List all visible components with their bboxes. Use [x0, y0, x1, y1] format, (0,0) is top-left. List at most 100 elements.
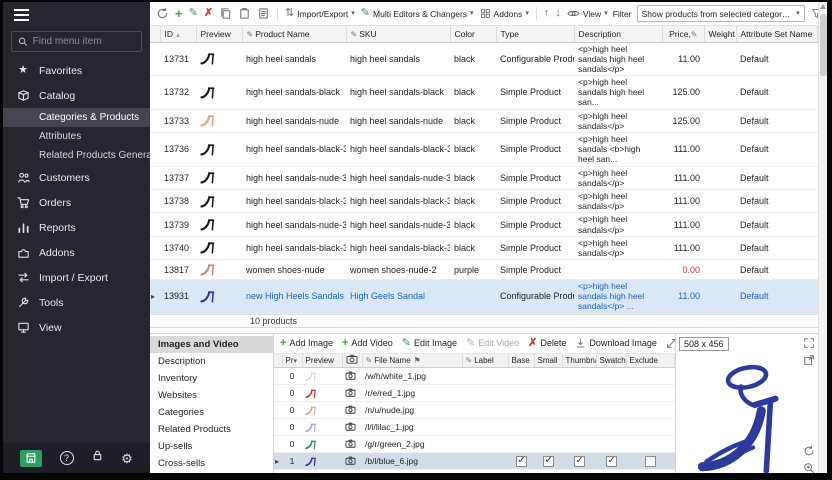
copy-button[interactable]	[218, 5, 233, 22]
tab-categories[interactable]: Categories	[150, 404, 273, 421]
image-row[interactable]: ▸ 0 /r/e/red_1.jpg	[274, 385, 675, 402]
view-menu[interactable]: View ▾	[566, 5, 609, 22]
help-button[interactable]: ?	[60, 451, 74, 465]
filters-menu[interactable]: Filters ▾	[810, 6, 818, 21]
open-external-button[interactable]	[803, 354, 815, 366]
sidebar-item-orders[interactable]: Orders	[3, 190, 150, 215]
product-row[interactable]: ▸ 13739 high heel sandals-nude-37 high h…	[150, 213, 818, 236]
column-label[interactable]: ✎Label	[462, 354, 508, 368]
zoom-in-button[interactable]	[803, 462, 815, 473]
tab-product-reviews[interactable]: Product Reviews	[150, 472, 273, 473]
sidebar-item-catalog[interactable]: Catalog	[3, 83, 150, 108]
sidebar-item-favorites[interactable]: ★ Favorites	[3, 58, 150, 83]
vertical-scrollbar[interactable]	[818, 2, 827, 473]
sort-asc-button[interactable]: ↑	[543, 6, 551, 21]
sidebar-item-addons[interactable]: Addons	[3, 240, 150, 265]
product-row[interactable]: ▸ 13736 high heel sandals-black-36 high …	[150, 133, 818, 167]
column-priority[interactable]: Pr▾	[282, 354, 302, 368]
cell-attribute-set: Default	[736, 109, 818, 132]
swatch-checkbox[interactable]	[606, 456, 617, 467]
image-row[interactable]: ▸ 0 /g/r/green_2.jpg	[274, 436, 675, 453]
thumbnail-checkbox[interactable]	[574, 456, 585, 467]
column-weight[interactable]: Weight	[704, 26, 736, 42]
column-small[interactable]: Small	[534, 354, 562, 368]
column-sku[interactable]: ✎SKU	[346, 26, 450, 42]
store-pos-button[interactable]	[20, 450, 42, 467]
sort-desc-button[interactable]: ↓	[554, 6, 562, 21]
settings-gear-button[interactable]: ⚙	[121, 452, 133, 465]
column-swatch[interactable]: Swatch	[596, 354, 626, 368]
multi-editors-menu[interactable]: ✎ Multi Editors & Changers ▾	[360, 6, 475, 21]
exclude-checkbox[interactable]	[645, 456, 656, 467]
column-color[interactable]: Color	[450, 26, 496, 42]
lock-button[interactable]	[91, 449, 104, 467]
column-price[interactable]: Price,✎	[662, 26, 704, 42]
edit-image-button[interactable]: ✎ Edit Image	[402, 338, 457, 349]
delete-image-button[interactable]: ✗ Delete	[528, 338, 566, 349]
column-file-name[interactable]: ✎File Name⚑	[362, 354, 462, 368]
set-resize-rule-button[interactable]: Set Resize Rule ▾	[666, 338, 675, 349]
menu-search-input[interactable]	[33, 36, 135, 47]
product-row[interactable]: ▸ 13931 new High Heels Sandals High Geel…	[150, 280, 818, 314]
product-row[interactable]: ▸ 13732 high heel sandals-black high hee…	[150, 76, 818, 110]
sidebar-item-import-export[interactable]: Import / Export	[3, 265, 150, 290]
sidebar-item-view[interactable]: View	[3, 315, 150, 340]
tab-images-and-video[interactable]: Images and Video	[150, 336, 273, 353]
add-video-button[interactable]: + Add Video	[342, 338, 393, 349]
tab-description[interactable]: Description	[150, 353, 273, 370]
base-checkbox[interactable]	[516, 456, 527, 467]
tab-related-products[interactable]: Related Products	[150, 421, 273, 438]
column-attribute-set[interactable]: Attribute Set Name	[736, 26, 818, 42]
column-id[interactable]: ID▲	[160, 26, 196, 42]
image-row[interactable]: ▸ 1 /b/l/blue_6.jpg	[274, 453, 675, 470]
download-image-button[interactable]: Download Image	[575, 338, 657, 349]
product-row[interactable]: ▸ 13733 high heel sandals-nude high heel…	[150, 109, 818, 132]
column-camera[interactable]	[342, 354, 362, 368]
column-exclude[interactable]: Exclude	[626, 354, 675, 368]
sidebar-item-reports[interactable]: Reports	[3, 215, 150, 240]
column-product-name[interactable]: ✎Product Name	[242, 26, 346, 42]
small-checkbox[interactable]	[543, 456, 554, 467]
sidebar-item-categories-products[interactable]: Categories & Products	[3, 108, 150, 127]
fullscreen-button[interactable]	[803, 337, 815, 349]
product-row[interactable]: ▸ 13737 high heel sandals-nude-36 high h…	[150, 166, 818, 189]
rotate-button[interactable]	[803, 445, 815, 457]
edit-product-button[interactable]: ✎	[188, 6, 199, 21]
import-export-menu[interactable]: ⇅ Import/Export ▾	[284, 6, 356, 21]
sidebar-item-related-products-generator[interactable]: Related Products Generator	[3, 146, 150, 165]
scrollbar-thumb[interactable]	[820, 14, 827, 76]
sheet-button[interactable]	[256, 5, 271, 22]
image-row[interactable]: ▸ 0 /n/u/nude.jpg	[274, 402, 675, 419]
column-thumbnail[interactable]: Thumbna	[562, 354, 596, 368]
paste-button[interactable]	[237, 5, 252, 22]
edit-video-button[interactable]: ✎ Edit Video	[466, 338, 519, 349]
image-row[interactable]: ▸ 0 /w/h/white_1.jpg	[274, 368, 675, 385]
addons-menu[interactable]: Addons ▾	[479, 6, 530, 21]
tab-cross-sells[interactable]: Cross-sells	[150, 455, 273, 472]
delete-product-button[interactable]: ✗	[203, 6, 214, 21]
tab-up-sells[interactable]: Up-sells	[150, 438, 273, 455]
plus-icon: +	[280, 338, 286, 349]
column-description[interactable]: Description	[574, 26, 662, 42]
sidebar-item-attributes[interactable]: Attributes	[3, 127, 150, 146]
add-product-button[interactable]: +	[174, 5, 184, 22]
image-row[interactable]: ▸ 0 /l/i/lilac_1.jpg	[274, 419, 675, 436]
refresh-button[interactable]	[155, 5, 170, 22]
product-row[interactable]: ▸ 13817 women shoes-nude women shoes-nud…	[150, 260, 818, 280]
column-type[interactable]: Type	[496, 26, 574, 42]
copy-icon	[219, 7, 232, 20]
add-image-button[interactable]: + Add Image	[280, 338, 333, 349]
product-row[interactable]: ▸ 13731 high heel sandals high heel sand…	[150, 42, 818, 76]
tab-websites[interactable]: Websites	[150, 387, 273, 404]
column-preview[interactable]: Preview	[196, 26, 242, 42]
product-row[interactable]: ▸ 13738 high heel sandals-black-37 high …	[150, 189, 818, 212]
column-base[interactable]: Base	[508, 354, 534, 368]
hamburger-menu-button[interactable]	[3, 2, 150, 28]
tab-inventory[interactable]: Inventory	[150, 370, 273, 387]
scroll-up-icon[interactable]	[820, 4, 826, 9]
column-image-preview[interactable]: Preview	[302, 354, 342, 368]
sidebar-item-customers[interactable]: Customers	[3, 165, 150, 190]
product-row[interactable]: ▸ 13740 high heel sandals-black-38 high …	[150, 236, 818, 259]
category-filter-select[interactable]: Show products from selected categories ▾	[637, 5, 805, 22]
sidebar-item-tools[interactable]: Tools	[3, 290, 150, 315]
